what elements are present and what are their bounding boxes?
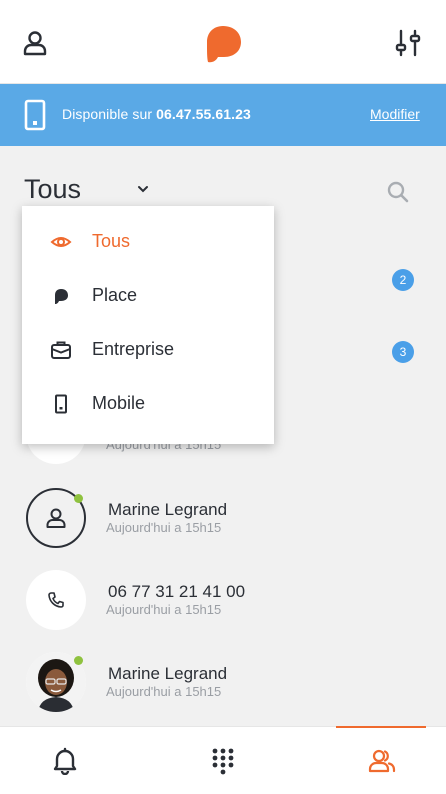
list-item[interactable]: 06 77 31 21 41 00 Aujourd'hui a 15h15 [0, 568, 446, 648]
contacts-icon [368, 749, 396, 773]
modify-link[interactable]: Modifier [370, 106, 420, 122]
chevron-down-icon[interactable] [136, 182, 150, 196]
list-item-name: Marine Legrand [108, 500, 228, 519]
list-item[interactable]: Marine Legrand Aujourd'hui a 15h15 [0, 650, 446, 730]
availability-prefix: Disponible sur [62, 106, 157, 122]
dialpad-icon [212, 748, 234, 775]
place-logo-icon [55, 289, 68, 304]
avatar [26, 570, 86, 630]
settings-sliders-icon[interactable] [394, 28, 422, 58]
eye-icon [50, 237, 72, 247]
mobile-icon [55, 394, 67, 414]
tab-contacts[interactable] [298, 727, 446, 794]
filter-option-label: Tous [92, 231, 131, 251]
unread-badge: 3 [392, 341, 414, 363]
user-icon [46, 508, 66, 528]
online-indicator [74, 656, 83, 665]
bell-icon [53, 747, 77, 775]
filter-selected[interactable]: Tous [24, 174, 81, 205]
filter-option-place[interactable]: Place [22, 269, 274, 323]
filter-option-mobile[interactable]: Mobile [22, 377, 274, 431]
availability-number: 06.47.55.61.23 [156, 106, 251, 122]
list-item-time: Aujourd'hui a 15h15 [106, 684, 222, 699]
list-item-name: Marine Legrand [108, 664, 228, 683]
availability-text: Disponible sur 06.47.55.61.23 [62, 106, 251, 122]
search-icon[interactable] [386, 180, 410, 204]
bottom-navigation [0, 726, 446, 794]
unread-badge: 2 [392, 269, 414, 291]
filter-option-label: Entreprise [92, 339, 175, 359]
briefcase-icon [51, 341, 71, 359]
filter-option-label: Mobile [92, 393, 146, 413]
mobile-phone-icon [24, 99, 46, 131]
user-icon[interactable] [22, 30, 48, 56]
top-bar [0, 0, 446, 84]
availability-banner: Disponible sur 06.47.55.61.23 Modifier [0, 84, 446, 146]
list-item-time: Aujourd'hui a 15h15 [106, 602, 222, 617]
filter-dropdown-menu: Tous Place Entreprise Mobile [22, 206, 274, 444]
list-item[interactable]: Marine Legrand Aujourd'hui a 15h15 [0, 486, 446, 566]
tab-dialpad[interactable] [149, 727, 297, 794]
filter-option-label: Place [92, 285, 138, 305]
tab-notifications[interactable] [0, 727, 148, 794]
filter-option-entreprise[interactable]: Entreprise [22, 323, 274, 377]
phone-icon [48, 592, 64, 608]
online-indicator [74, 494, 83, 503]
list-item-name: 06 77 31 21 41 00 [108, 582, 246, 601]
list-item-time: Aujourd'hui a 15h15 [106, 520, 222, 535]
filter-option-tous[interactable]: Tous [22, 215, 274, 269]
app-logo [207, 26, 241, 63]
